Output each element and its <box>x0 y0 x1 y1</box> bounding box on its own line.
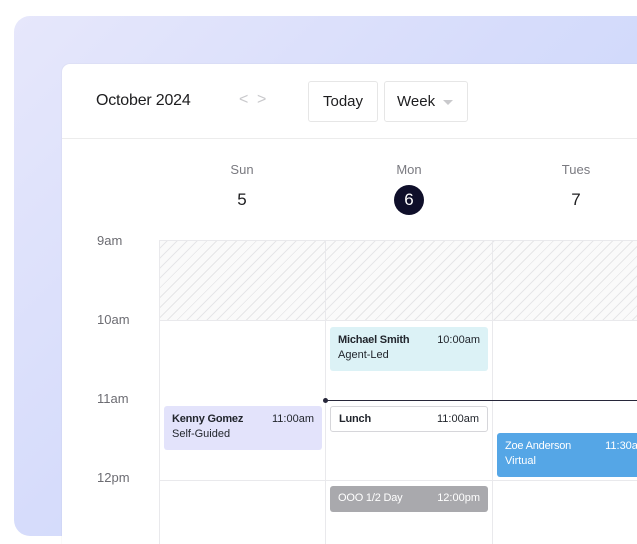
today-button-label: Today <box>322 93 364 110</box>
day-name: Tues <box>561 162 591 177</box>
chevron-right-icon[interactable]: > <box>257 90 266 110</box>
day-number: 5 <box>237 190 247 209</box>
day-header-mon[interactable]: Mon 6 <box>326 162 492 215</box>
event-kenny-gomez[interactable]: Kenny Gomez 11:00am Self-Guided <box>164 406 322 450</box>
event-type: Self-Guided <box>172 428 231 440</box>
time-label-11am: 11am <box>97 391 129 406</box>
hour-line <box>159 320 637 321</box>
day-header-tue[interactable]: Tues 7 <box>493 162 637 215</box>
day-name: Mon <box>396 162 422 177</box>
today-button[interactable]: Today <box>308 81 378 122</box>
chevron-left-icon[interactable]: < <box>239 90 248 110</box>
day-divider <box>492 240 493 544</box>
current-time-dot <box>323 398 328 403</box>
today-badge: 6 <box>394 185 424 215</box>
time-label-9am: 9am <box>97 233 123 248</box>
calendar-panel: October 2024 < > Today Week Sun 5 Mon 6 … <box>62 64 637 544</box>
event-zoe-anderson[interactable]: Zoe Anderson 11:30a Virtual <box>497 433 637 477</box>
view-select-label: Week <box>397 93 436 110</box>
event-time: 10:00am <box>437 334 480 346</box>
event-name: Michael Smith <box>338 334 410 346</box>
day-name: Sun <box>230 162 254 177</box>
event-time: 11:30a <box>605 440 637 452</box>
chevron-down-icon <box>443 100 454 105</box>
event-time: 11:00am <box>272 413 314 425</box>
event-name: OOO 1/2 Day <box>338 492 403 504</box>
event-out-of-office[interactable]: OOO 1/2 Day 12:00pm <box>330 486 488 512</box>
event-type: Agent-Led <box>338 349 389 361</box>
event-lunch[interactable]: Lunch 11:00am <box>330 406 488 432</box>
time-label-12pm: 12pm <box>97 470 130 485</box>
calendar-toolbar: October 2024 < > Today Week <box>62 64 637 139</box>
unavailable-block <box>159 240 637 320</box>
event-name: Zoe Anderson <box>505 440 572 452</box>
event-time: 11:00am <box>437 413 479 425</box>
view-select[interactable]: Week <box>384 81 468 122</box>
day-number: 7 <box>571 190 581 209</box>
week-grid[interactable]: Michael Smith 10:00am Agent-Led Kenny Go… <box>159 240 637 544</box>
event-type: Virtual <box>505 455 536 467</box>
event-time: 12:00pm <box>437 492 480 504</box>
day-divider <box>159 240 160 544</box>
event-name: Lunch <box>339 413 371 425</box>
time-label-10am: 10am <box>97 312 130 327</box>
hour-line <box>159 480 637 481</box>
day-header-sun[interactable]: Sun 5 <box>159 162 325 215</box>
current-time-line <box>325 400 637 401</box>
hour-line <box>159 240 637 241</box>
day-divider <box>325 240 326 544</box>
month-title: October 2024 <box>96 92 191 109</box>
event-michael-smith[interactable]: Michael Smith 10:00am Agent-Led <box>330 327 488 371</box>
event-name: Kenny Gomez <box>172 413 244 425</box>
